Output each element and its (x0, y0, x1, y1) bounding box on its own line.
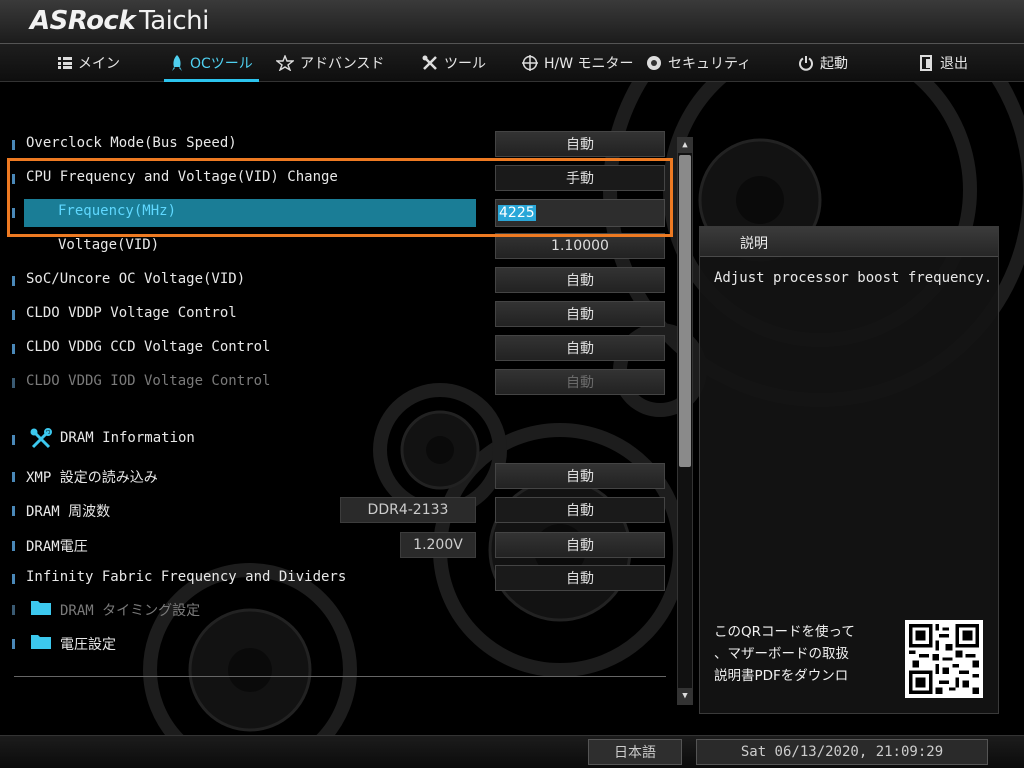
status-bar: 日本語 Sat 06/13/2020, 21:09:29 (0, 735, 1024, 768)
scroll-up-arrow-icon[interactable]: ▲ (677, 137, 693, 153)
main-menu-bar: メイン OCツール アドバンスド ツール H/W モニター セキュリティ 起動 … (0, 44, 1024, 82)
tools-icon (30, 428, 52, 454)
folder-icon (30, 598, 52, 620)
setting-label: CLDO VDDG CCD Voltage Control (26, 339, 271, 355)
language-selector[interactable]: 日本語 (588, 739, 682, 765)
shield-icon (646, 55, 662, 71)
xmp-value[interactable]: 自動 (495, 463, 665, 489)
setting-label: DRAM Information (60, 430, 195, 446)
setting-overclock-mode[interactable]: Overclock Mode(Bus Speed) 自動 (0, 131, 670, 159)
power-icon (798, 55, 814, 71)
annotation-highlight-frame (7, 158, 673, 237)
tab-boot[interactable]: 起動 (798, 44, 848, 82)
setting-label: Infinity Fabric Frequency and Dividers (26, 569, 347, 585)
setting-voltage-configuration[interactable]: 電圧設定 (0, 630, 670, 658)
setting-label: CLDO VDDG IOD Voltage Control (26, 373, 271, 389)
setting-soc-uncore-voltage[interactable]: SoC/Uncore OC Voltage(VID) 自動 (0, 267, 670, 295)
list-divider (14, 676, 666, 677)
list-icon (58, 57, 72, 69)
setting-voltage-vid[interactable]: Voltage(VID) 1.10000 (0, 233, 670, 261)
tab-exit[interactable]: 退出 (920, 44, 968, 82)
setting-label: DRAM 周波数 (26, 504, 111, 520)
system-datetime[interactable]: Sat 06/13/2020, 21:09:29 (696, 739, 988, 765)
setting-dram-frequency[interactable]: DRAM 周波数 DDR4-2133 自動 (0, 497, 670, 525)
setting-infinity-fabric[interactable]: Infinity Fabric Frequency and Dividers 自… (0, 565, 670, 593)
setting-cldo-vddg-iod: CLDO VDDG IOD Voltage Control 自動 (0, 369, 670, 397)
tab-hw-monitor[interactable]: H/W モニター (522, 44, 634, 82)
description-panel: 説明 Adjust processor boost frequency. このQ… (699, 226, 999, 714)
rocket-icon (170, 55, 184, 71)
folder-icon (30, 632, 52, 654)
setting-xmp[interactable]: XMP 設定の読み込み 自動 (0, 463, 670, 491)
tab-security[interactable]: セキュリティ (646, 44, 751, 82)
setting-cldo-vddg-ccd[interactable]: CLDO VDDG CCD Voltage Control 自動 (0, 335, 670, 363)
dram-frequency-current: DDR4-2133 (340, 497, 476, 523)
crosshair-icon (522, 55, 538, 71)
description-text: Adjust processor boost frequency. (714, 270, 993, 286)
setting-label: DRAM電圧 (26, 539, 88, 555)
infinity-fabric-value[interactable]: 自動 (495, 565, 665, 591)
soc-uncore-value[interactable]: 自動 (495, 267, 665, 293)
setting-dram-timing[interactable]: DRAM タイミング設定 (0, 596, 670, 624)
setting-label: 電圧設定 (60, 637, 116, 653)
scroll-down-arrow-icon[interactable]: ▼ (677, 688, 693, 704)
cldo-vddg-ccd-value[interactable]: 自動 (495, 335, 665, 361)
overclock-mode-value[interactable]: 自動 (495, 131, 665, 157)
setting-label: Overclock Mode(Bus Speed) (26, 135, 237, 151)
setting-label: SoC/Uncore OC Voltage(VID) (26, 271, 246, 287)
tab-oc-tweaker[interactable]: OCツール (164, 44, 259, 82)
setting-label: CLDO VDDP Voltage Control (26, 305, 237, 321)
setting-dram-information[interactable]: DRAM Information (0, 426, 670, 454)
dram-frequency-value[interactable]: 自動 (495, 497, 665, 523)
star-icon (276, 55, 294, 71)
setting-label: DRAM タイミング設定 (60, 603, 201, 619)
header-bar: ASRock Taichi (0, 0, 1024, 44)
tab-main[interactable]: メイン (58, 44, 120, 82)
tab-advanced[interactable]: アドバンスド (276, 44, 384, 82)
qr-code (905, 620, 983, 698)
scrollbar-thumb[interactable] (679, 155, 691, 467)
description-title: 説明 (740, 236, 768, 252)
cldo-vddp-value[interactable]: 自動 (495, 301, 665, 327)
setting-cldo-vddp[interactable]: CLDO VDDP Voltage Control 自動 (0, 301, 670, 329)
setting-label: Voltage(VID) (58, 237, 160, 253)
tab-tool[interactable]: ツール (422, 44, 486, 82)
setting-dram-voltage[interactable]: DRAM電圧 1.200V 自動 (0, 532, 670, 560)
dram-voltage-value[interactable]: 自動 (495, 532, 665, 558)
description-header: 説明 (700, 227, 998, 257)
tools-icon (422, 55, 438, 71)
qr-instructions: このQRコードを使って 、マザーボードの取扱 説明書PDFをダウンロ (714, 624, 855, 684)
cldo-vddg-iod-value: 自動 (495, 369, 665, 395)
setting-label: XMP 設定の読み込み (26, 470, 158, 486)
asrock-logo: ASRock Taichi (30, 6, 209, 36)
dram-voltage-current: 1.200V (400, 532, 476, 558)
exit-icon (920, 55, 934, 71)
